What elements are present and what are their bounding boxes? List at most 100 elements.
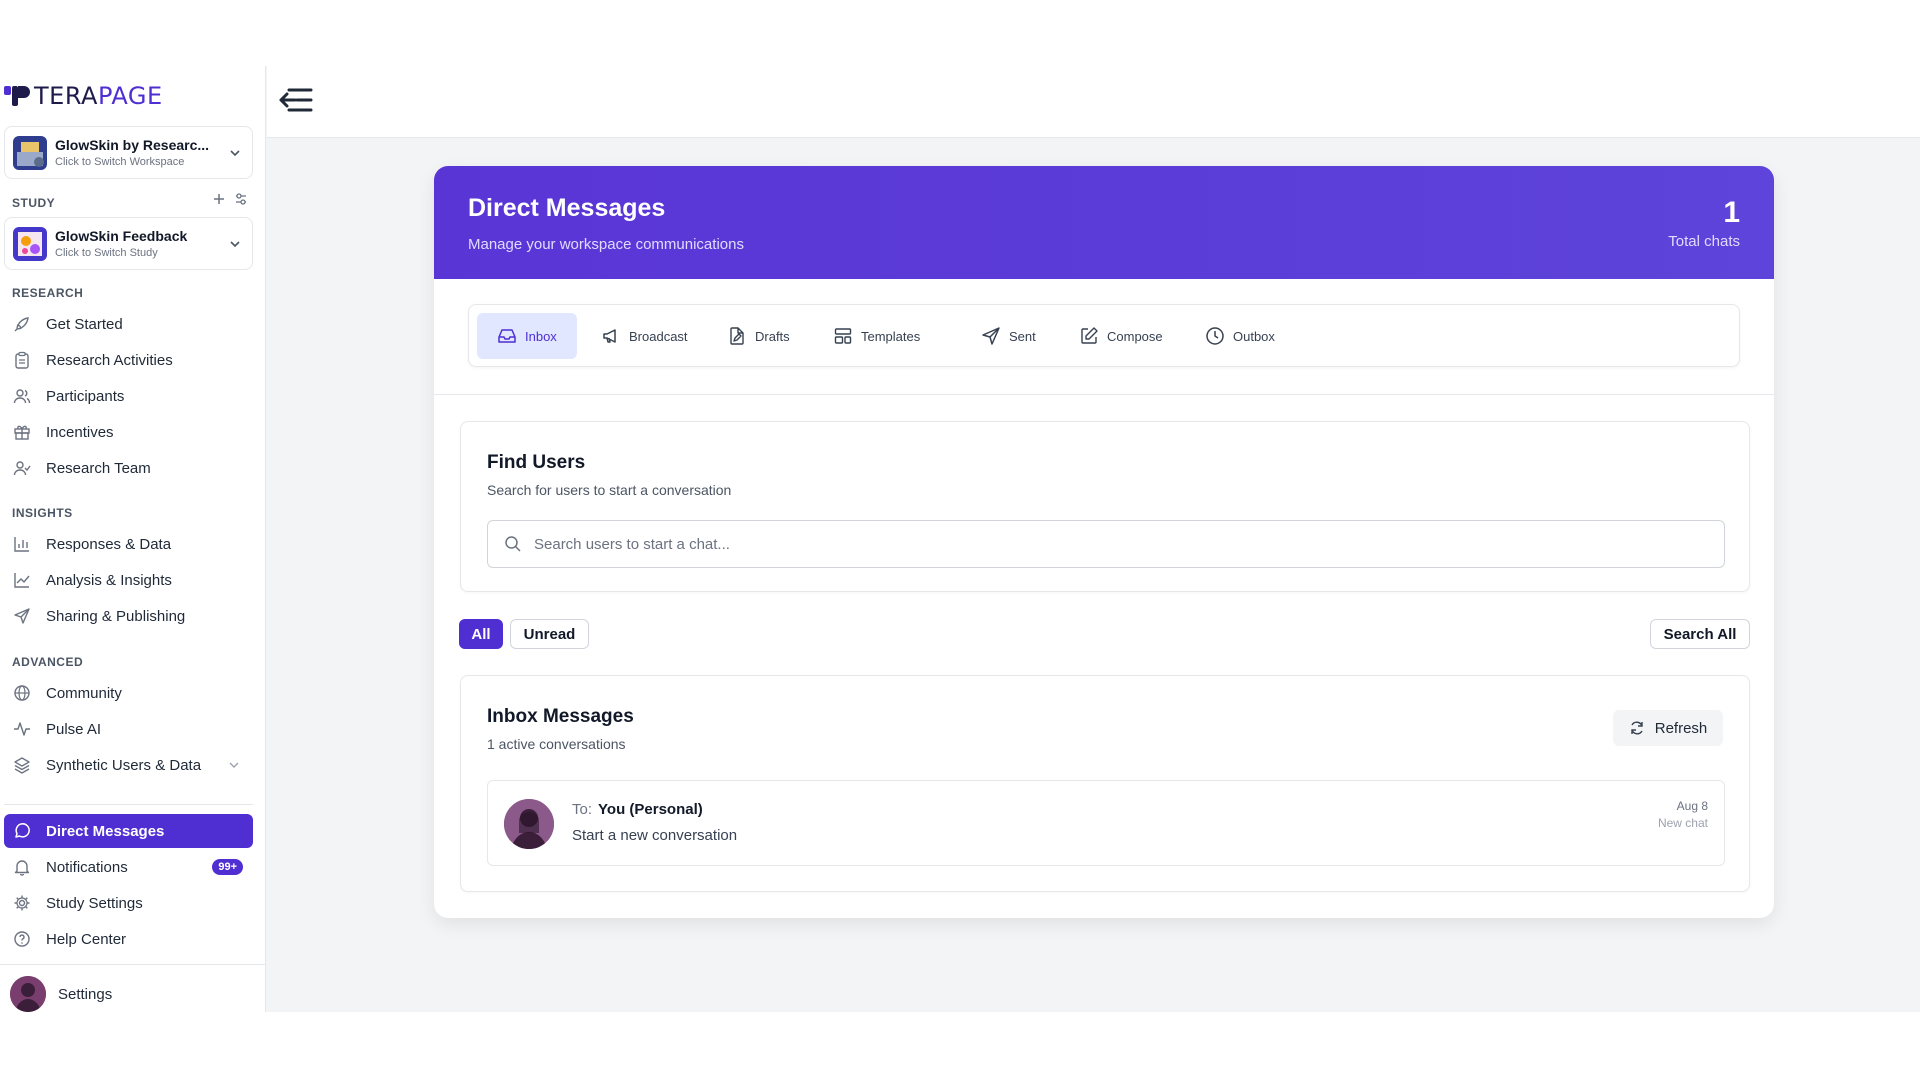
tab-sent[interactable]: Sent <box>961 313 1056 359</box>
sidebar-item-research-team[interactable]: Research Team <box>4 451 253 485</box>
logo-mark-icon <box>4 86 30 106</box>
sidebar-item-label: Synthetic Users & Data <box>46 756 202 774</box>
sidebar-item-notifications[interactable]: Notifications 99+ <box>4 850 253 884</box>
message-status: New chat <box>1657 816 1708 830</box>
insights-section-label: INSIGHTS <box>12 506 73 520</box>
recipient-name: You (Personal) <box>598 801 703 818</box>
message-circle-icon <box>12 821 32 841</box>
collapse-menu-icon <box>275 82 315 118</box>
sidebar-item-community[interactable]: Community <box>4 676 253 710</box>
sidebar-item-label: Get Started <box>46 315 123 333</box>
sidebar-item-label: Community <box>46 684 122 702</box>
tab-drafts[interactable]: Drafts <box>707 313 810 359</box>
send-icon <box>12 606 32 626</box>
inbox-icon <box>497 326 517 346</box>
inbox-subtitle: 1 active conversations <box>487 736 626 752</box>
inbox-title: Inbox Messages <box>487 706 634 727</box>
send-icon <box>981 326 1001 346</box>
sidebar: TERAPAGE GlowSkin by Researc... Click to… <box>0 66 266 1012</box>
logo-text-part2: PAGE <box>97 82 163 110</box>
avatar <box>504 799 554 849</box>
find-users-panel: Find Users Search for users to start a c… <box>460 421 1750 592</box>
sidebar-item-synthetic-users-data[interactable]: Synthetic Users & Data <box>4 748 253 782</box>
gear-icon <box>12 893 32 913</box>
search-icon <box>504 535 522 553</box>
tab-templates[interactable]: Templates <box>813 313 940 359</box>
tab-compose[interactable]: Compose <box>1059 313 1183 359</box>
top-bar <box>267 66 1920 138</box>
chevron-down-icon <box>228 146 242 160</box>
filter-unread-button[interactable]: Unread <box>510 619 589 649</box>
notifications-badge: 99+ <box>212 859 243 875</box>
megaphone-icon <box>601 326 621 346</box>
sliders-icon[interactable] <box>234 192 248 206</box>
sidebar-divider <box>0 964 266 965</box>
tab-label: Compose <box>1107 328 1163 344</box>
study-subtitle: Click to Switch Study <box>55 247 158 259</box>
sidebar-item-get-started[interactable]: Get Started <box>4 307 253 341</box>
inbox-messages-panel: Inbox Messages 1 active conversations Re… <box>460 675 1750 892</box>
sidebar-item-sharing-publishing[interactable]: Sharing & Publishing <box>4 599 253 633</box>
chevron-down-icon <box>228 237 242 251</box>
find-users-title: Find Users <box>487 452 586 473</box>
sidebar-item-direct-messages[interactable]: Direct Messages <box>4 814 253 848</box>
sidebar-item-research-activities[interactable]: Research Activities <box>4 343 253 377</box>
message-preview: Start a new conversation <box>572 827 738 844</box>
user-settings[interactable]: Settings <box>10 976 112 1012</box>
sidebar-item-label: Study Settings <box>46 894 143 912</box>
tab-label: Sent <box>1009 328 1036 344</box>
add-study-icon[interactable] <box>212 192 226 206</box>
sidebar-item-label: Participants <box>46 387 125 405</box>
sidebar-item-analysis-insights[interactable]: Analysis & Insights <box>4 563 253 597</box>
direct-messages-card: Direct Messages Manage your workspace co… <box>434 166 1774 918</box>
sidebar-item-responses-data[interactable]: Responses & Data <box>4 527 253 561</box>
terapage-logo[interactable]: TERAPAGE <box>4 82 163 110</box>
filter-all-button[interactable]: All <box>459 619 503 649</box>
tab-label: Broadcast <box>629 328 688 344</box>
sidebar-item-incentives[interactable]: Incentives <box>4 415 253 449</box>
search-input[interactable] <box>534 535 1634 553</box>
logo-text-part1: TERA <box>34 82 98 110</box>
user-check-icon <box>12 458 32 478</box>
sidebar-item-label: Notifications <box>46 858 128 876</box>
study-switcher[interactable]: GlowSkin Feedback Click to Switch Study <box>4 217 253 270</box>
study-section-label: STUDY <box>12 196 56 210</box>
sidebar-item-label: Research Activities <box>46 351 173 369</box>
tab-label: Drafts <box>755 328 790 344</box>
sidebar-item-participants[interactable]: Participants <box>4 379 253 413</box>
conversation-row[interactable]: To: You (Personal) Start a new conversati… <box>487 780 1725 866</box>
bell-icon <box>12 857 32 877</box>
clipboard-icon <box>12 350 32 370</box>
message-tabs: Inbox Broadcast Drafts Templates Sent Co… <box>468 304 1740 367</box>
sidebar-item-label: Incentives <box>46 423 114 441</box>
advanced-section-label: ADVANCED <box>12 655 84 669</box>
users-icon <box>12 386 32 406</box>
app-stage: TERAPAGE GlowSkin by Researc... Click to… <box>0 66 1920 1012</box>
study-title: GlowSkin Feedback <box>55 228 188 244</box>
clock-icon <box>1205 326 1225 346</box>
sidebar-item-study-settings[interactable]: Study Settings <box>4 886 253 920</box>
help-circle-icon <box>12 929 32 949</box>
globe-icon <box>12 683 32 703</box>
total-chats-label: Total chats <box>1668 233 1740 250</box>
user-search-box[interactable] <box>487 520 1725 568</box>
bar-chart-icon <box>12 534 32 554</box>
sidebar-item-label: Direct Messages <box>46 822 165 840</box>
layout-template-icon <box>833 326 853 346</box>
total-chats-count: 1 <box>1723 196 1740 229</box>
tab-broadcast[interactable]: Broadcast <box>581 313 708 359</box>
tab-outbox[interactable]: Outbox <box>1185 313 1295 359</box>
workspace-switcher[interactable]: GlowSkin by Researc... Click to Switch W… <box>4 126 253 179</box>
collapse-sidebar-button[interactable] <box>275 82 315 118</box>
sidebar-item-help-center[interactable]: Help Center <box>4 922 253 956</box>
refresh-label: Refresh <box>1654 719 1708 737</box>
chevron-down-icon <box>227 758 241 772</box>
activity-icon <box>12 719 32 739</box>
sidebar-item-label: Pulse AI <box>46 720 102 738</box>
sidebar-item-pulse-ai[interactable]: Pulse AI <box>4 712 253 746</box>
settings-label: Settings <box>58 985 113 1003</box>
tab-inbox[interactable]: Inbox <box>477 313 577 359</box>
refresh-button[interactable]: Refresh <box>1613 710 1723 746</box>
search-all-button[interactable]: Search All <box>1650 619 1750 649</box>
find-users-subtitle: Search for users to start a conversation <box>487 482 732 498</box>
